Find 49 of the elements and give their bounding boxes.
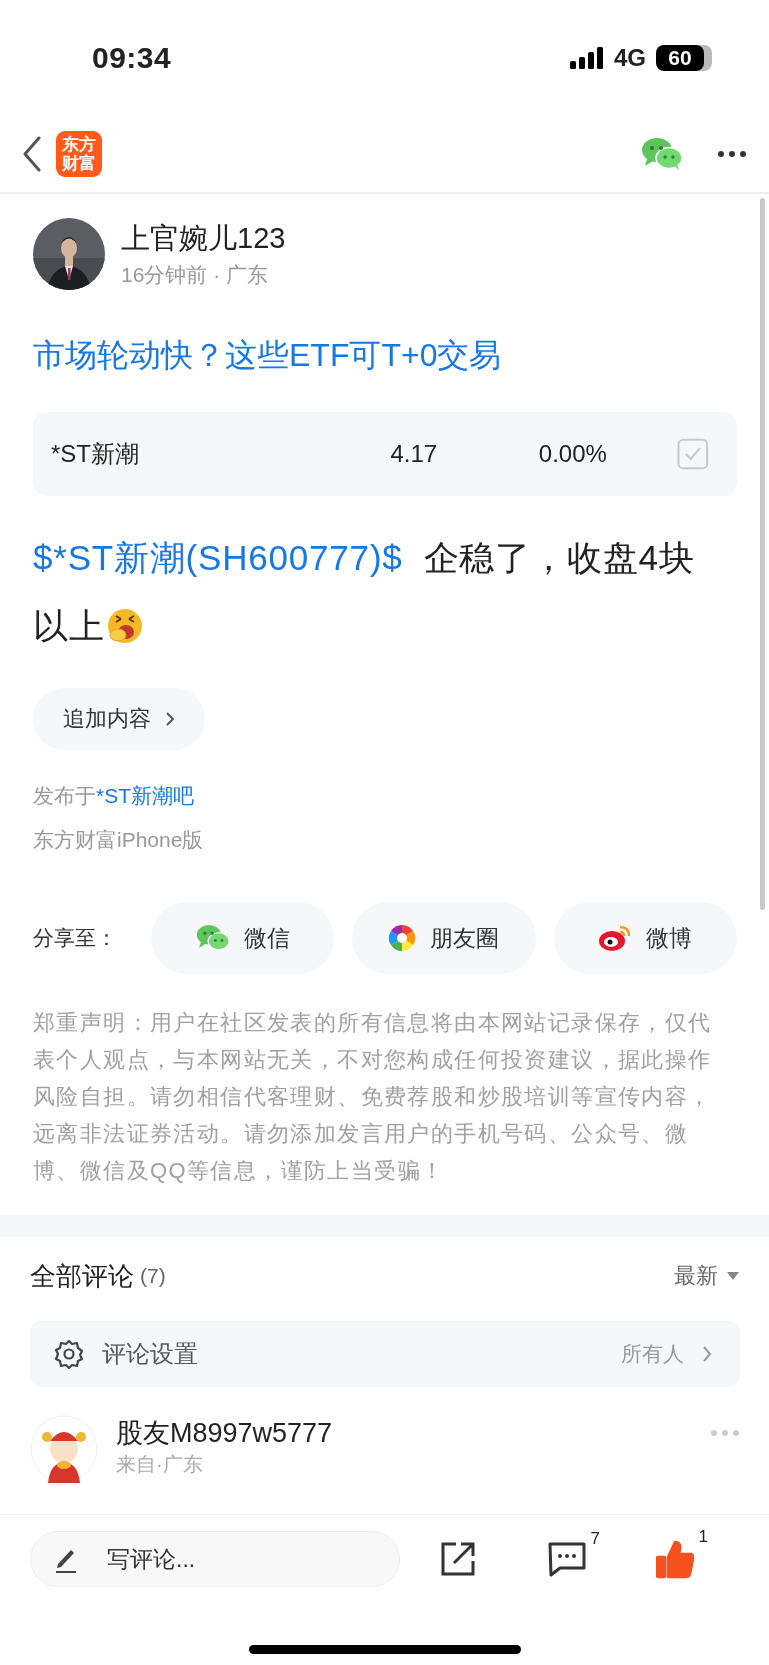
status-time: 09:34	[92, 41, 172, 75]
back-icon[interactable]	[22, 136, 42, 172]
comment-input[interactable]: 写评论...	[30, 1531, 400, 1587]
post-title[interactable]: 市场轮动快？这些ETF可T+0交易	[33, 334, 692, 378]
aperture-icon	[388, 924, 417, 952]
share-button[interactable]: 微博	[553, 902, 737, 974]
stock-card[interactable]: *ST新潮 4.17 0.00%	[33, 412, 737, 496]
wechat-icon[interactable]	[641, 137, 683, 171]
commenter-location: 来自·广东	[116, 1452, 204, 1477]
settings-value: 所有人	[621, 1341, 684, 1367]
sort-dropdown[interactable]: 最新	[674, 1261, 740, 1291]
add-content-button[interactable]: 追加内容	[33, 688, 205, 750]
post-source: 东方财富iPhone版	[33, 827, 205, 853]
published-line: 发布于*ST新潮吧	[33, 783, 195, 809]
share-label: 分享至：	[33, 925, 118, 951]
comment-count: (7)	[140, 1264, 166, 1288]
author-name[interactable]: 上官婉儿123	[121, 219, 286, 259]
board-link[interactable]: *ST新潮吧	[96, 784, 194, 807]
stock-price: 4.17	[390, 440, 439, 468]
comment-count-label: 7	[590, 1529, 600, 1549]
caret-icon	[726, 1271, 740, 1281]
thumbs-up-icon[interactable]	[656, 1539, 694, 1579]
user-avatar[interactable]	[30, 1415, 98, 1483]
chevron-right-icon	[165, 711, 175, 727]
settings-icon	[54, 1339, 84, 1369]
comment-icon[interactable]	[548, 1541, 586, 1577]
like-count-label: 1	[698, 1527, 708, 1547]
watchlist-checkbox[interactable]	[677, 438, 709, 470]
disclaimer-text: 郑重声明：用户在社区发表的所有信息将由本网站记录保存，仅代表个人观点，与本网站无关，不对您构成任何投资建议，据此操作风险自担。请勿相信代客理财、免费荐股和炒股培训等宣传内容，远离非法证券活动。请勿添加发言用户的手机号码、公众号、微博、微信及QQ等信息，谨防上当受骗！	[33, 1009, 713, 1185]
more-icon[interactable]	[717, 150, 747, 158]
chevron-right-icon	[702, 1345, 712, 1363]
share-button[interactable]: 微信	[151, 902, 335, 974]
post-meta: 16分钟前 · 广东	[121, 262, 270, 288]
settings-label: 评论设置	[102, 1339, 198, 1369]
stock-change: 0.00%	[538, 440, 608, 468]
signal-icon	[570, 47, 604, 69]
network-label: 4G	[614, 44, 646, 72]
yawning-emoji-icon	[106, 606, 143, 644]
post-body: $*ST新潮(SH600777)$ 企稳了，收盘4块以上	[33, 537, 696, 647]
stock-name: *ST新潮	[51, 439, 140, 469]
app-logo: 东方 财富	[56, 131, 102, 177]
comment-settings-row[interactable]: 评论设置 所有人	[30, 1321, 740, 1387]
share-button[interactable]: 朋友圈	[352, 902, 536, 974]
stock-link[interactable]: $*ST新潮(SH600777)$	[33, 538, 403, 577]
weibo-icon	[598, 924, 633, 952]
comments-title: 全部评论	[30, 1259, 134, 1293]
commenter-name[interactable]: 股友M8997w5777	[116, 1415, 333, 1451]
wechat-icon	[195, 924, 230, 952]
share-icon[interactable]	[440, 1541, 476, 1577]
